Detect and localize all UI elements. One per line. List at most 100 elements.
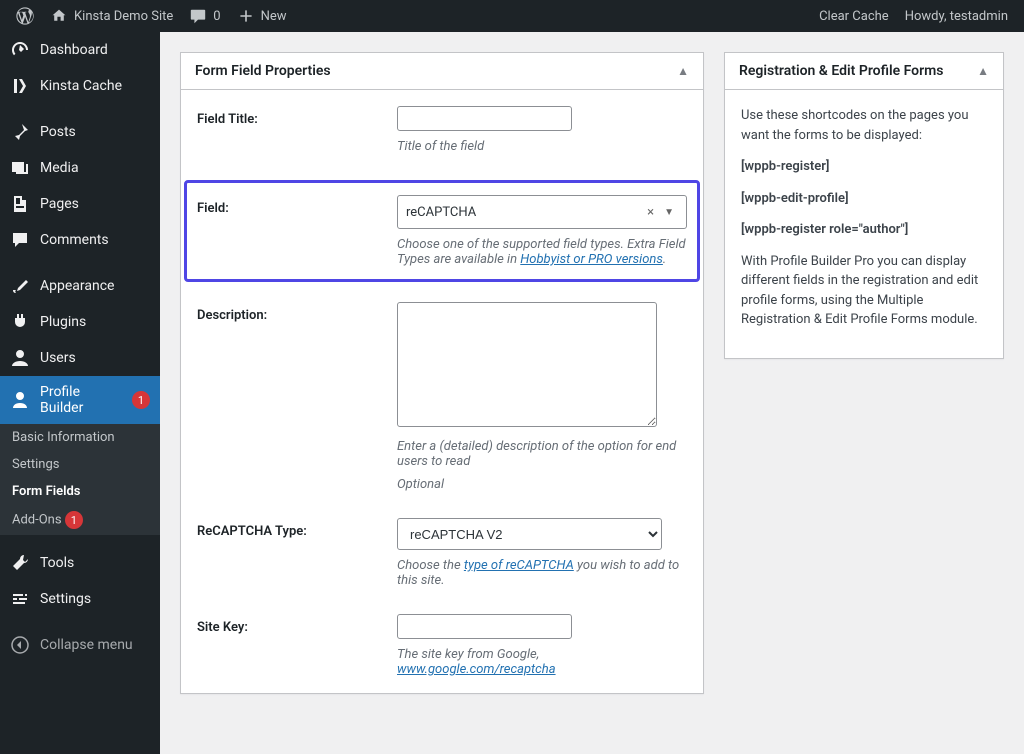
field-label: Field: [197,195,377,216]
home-icon [50,7,68,25]
sidebar-item-label: Profile Builder [40,384,122,416]
pin-icon [10,122,30,142]
sidebar-item-appearance[interactable]: Appearance [0,268,160,304]
sidebar-item-label: Pages [40,196,79,212]
chevron-down-icon[interactable]: ▼ [660,207,678,218]
recaptcha-type-select[interactable]: reCAPTCHA V2 [397,518,662,550]
site-name[interactable]: Kinsta Demo Site [42,0,181,32]
recaptcha-type-link[interactable]: type of reCAPTCHA [464,558,574,573]
recaptcha-type-helper: Choose the type of reCAPTCHA you wish to… [397,558,687,588]
admin-sidebar: Dashboard Kinsta Cache Posts Media Pages… [0,32,160,754]
panel-toggle-icon[interactable]: ▲ [677,64,689,78]
sidebar-item-users[interactable]: Users [0,340,160,376]
description-textarea[interactable] [397,302,657,427]
update-badge: 1 [132,391,150,409]
sidebar-item-dashboard[interactable]: Dashboard [0,32,160,68]
field-helper: Choose one of the supported field types.… [397,237,687,267]
row-field: Field: reCAPTCHA × ▼ Choose one of the s [184,180,700,282]
users-icon [10,348,30,368]
shortcode-register: [wppb-register] [741,157,987,177]
row-field-title: Field Title: Title of the field [197,106,687,154]
description-helper2: Optional [397,477,687,492]
sidebar-item-profile-builder[interactable]: Profile Builder 1 [0,376,160,424]
profile-builder-submenu: Basic Information Settings Form Fields A… [0,424,160,535]
sidebar-item-label: Comments [40,232,109,248]
sidebar-item-label: Collapse menu [40,637,133,653]
sidebar-item-label: Users [40,350,76,366]
comments-count: 0 [213,9,220,24]
form-field-properties-panel: Form Field Properties ▲ Field Title: Tit… [180,52,704,694]
panel-toggle-icon[interactable]: ▲ [977,64,989,78]
sidebar-item-label: Kinsta Cache [40,78,122,94]
site-key-label: Site Key: [197,614,377,635]
wp-logo[interactable] [8,0,42,32]
shortcode-register-role: [wppb-register role="author"] [741,220,987,240]
comments-link[interactable]: 0 [181,0,228,32]
site-key-helper: The site key from Google, www.google.com… [397,647,687,677]
site-key-input[interactable] [397,614,572,639]
hobbyist-pro-link[interactable]: Hobbyist or PRO versions [520,252,663,267]
registration-forms-panel: Registration & Edit Profile Forms ▲ Use … [724,52,1004,359]
tools-icon [10,553,30,573]
google-recaptcha-link[interactable]: www.google.com/recaptcha [397,662,556,677]
new-content[interactable]: New [229,0,295,32]
field-title-input[interactable] [397,106,572,131]
appearance-icon [10,276,30,296]
field-title-helper: Title of the field [397,139,687,154]
howdy-link[interactable]: Howdy, testadmin [897,0,1016,32]
clear-cache-link[interactable]: Clear Cache [811,0,897,32]
sidebar-collapse[interactable]: Collapse menu [0,627,160,663]
clear-icon[interactable]: × [641,205,660,220]
row-site-key: Site Key: The site key from Google, www.… [197,614,687,677]
row-description: Description: Enter a (detailed) descript… [197,302,687,492]
sidebar-item-label: Dashboard [40,42,108,58]
sidebar-item-pages[interactable]: Pages [0,186,160,222]
sidebar-item-media[interactable]: Media [0,150,160,186]
shortcode-edit-profile: [wppb-edit-profile] [741,189,987,209]
sidebar-item-tools[interactable]: Tools [0,545,160,581]
admin-bar: Kinsta Demo Site 0 New Clear Cache Howdy… [0,0,1024,32]
sidebar-item-label: Tools [40,555,74,571]
field-type-select[interactable]: reCAPTCHA × ▼ [397,195,687,229]
sidebar-item-label: Media [40,160,79,176]
submenu-add-ons[interactable]: Add-Ons 1 [0,505,160,535]
kinsta-icon [10,76,30,96]
collapse-icon [10,635,30,655]
sidebar-item-kinsta-cache[interactable]: Kinsta Cache [0,68,160,104]
sidebox-header[interactable]: Registration & Edit Profile Forms ▲ [725,53,1003,90]
sidebar-item-label: Appearance [40,278,114,294]
sidebox-title: Registration & Edit Profile Forms [739,63,943,79]
comment-icon [189,7,207,25]
field-type-selected: reCAPTCHA [406,205,476,220]
field-title-label: Field Title: [197,106,377,127]
pages-icon [10,194,30,214]
recaptcha-type-label: ReCAPTCHA Type: [197,518,377,539]
submenu-form-fields[interactable]: Form Fields [0,478,160,505]
row-recaptcha-type: ReCAPTCHA Type: reCAPTCHA V2 Choose the … [197,518,687,588]
sidebar-item-posts[interactable]: Posts [0,114,160,150]
description-label: Description: [197,302,377,323]
dashboard-icon [10,40,30,60]
sidebox-note: With Profile Builder Pro you can display… [741,252,987,330]
site-title-text: Kinsta Demo Site [74,9,173,24]
sidebar-item-label: Posts [40,124,76,140]
sidebar-item-settings[interactable]: Settings [0,581,160,617]
sidebar-item-plugins[interactable]: Plugins [0,304,160,340]
plus-icon [237,7,255,25]
profile-builder-icon [10,390,30,410]
sidebar-item-label: Plugins [40,314,86,330]
description-helper1: Enter a (detailed) description of the op… [397,439,687,469]
sidebar-item-label: Settings [40,591,91,607]
sidebar-item-comments[interactable]: Comments [0,222,160,258]
new-label: New [261,9,287,24]
media-icon [10,158,30,178]
submenu-basic-information[interactable]: Basic Information [0,424,160,451]
update-badge: 1 [65,511,83,529]
plugins-icon [10,312,30,332]
sidebox-intro: Use these shortcodes on the pages you wa… [741,106,987,145]
panel-header[interactable]: Form Field Properties ▲ [181,53,703,90]
panel-title: Form Field Properties [195,63,331,79]
comment-icon [10,230,30,250]
submenu-settings[interactable]: Settings [0,451,160,478]
wordpress-icon [16,7,34,25]
